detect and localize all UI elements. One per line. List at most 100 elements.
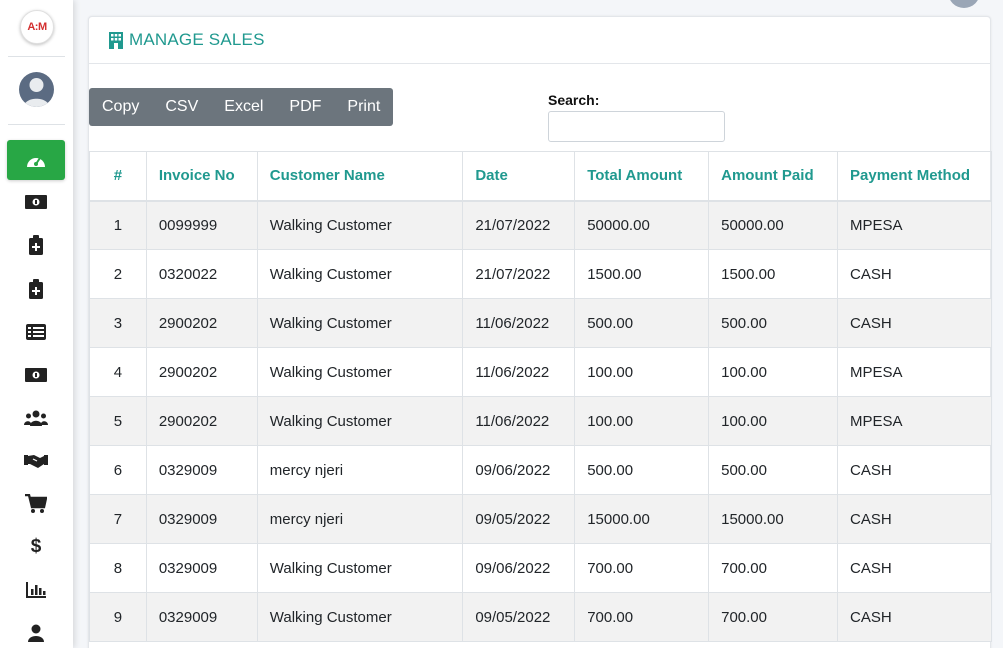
cell-invoice: 2900202 — [145, 298, 258, 348]
nav-products[interactable] — [7, 225, 65, 265]
nav-users[interactable] — [7, 613, 65, 648]
table-row[interactable]: 8 0329009 Walking Customer 09/06/2022 700.00… — [89, 543, 992, 593]
user-icon — [28, 624, 44, 642]
column-header-total[interactable]: Total Amount — [574, 151, 710, 202]
dashboard-icon — [27, 157, 45, 167]
cell-total: 500.00 — [574, 445, 710, 495]
excel-button[interactable]: Excel — [211, 88, 276, 126]
cell-number: 2 — [89, 249, 147, 299]
cell-paid: 100.00 — [708, 347, 839, 397]
table-row[interactable]: 4 2900202 Walking Customer 11/06/2022 100.00… — [89, 347, 992, 397]
cell-number: 8 — [89, 543, 147, 593]
cell-invoice: 0329009 — [145, 494, 258, 544]
nav-customers[interactable] — [7, 398, 65, 438]
nav-purchases[interactable] — [7, 484, 65, 524]
cell-method: CASH — [837, 298, 992, 348]
manage-sales-card: MANAGE SALES Copy CSV Excel PDF Print Se… — [88, 16, 992, 648]
cell-customer: mercy njeri — [256, 445, 464, 495]
table-row[interactable]: 1 0099999 Walking Customer 21/07/2022 50000.… — [89, 200, 992, 250]
column-header-date[interactable]: Date — [462, 151, 576, 202]
cell-customer: Walking Customer — [256, 396, 464, 446]
clipboard-add-icon — [29, 279, 43, 299]
table-row[interactable]: 7 0329009 mercy njeri 09/05/2022 15000.00 150… — [89, 494, 992, 544]
cell-number: 6 — [89, 445, 147, 495]
search-label: Search: — [548, 92, 600, 108]
search-input[interactable] — [548, 111, 725, 142]
cell-customer: Walking Customer — [256, 592, 464, 642]
column-header-invoice[interactable]: Invoice No — [145, 151, 258, 202]
cell-invoice: 0329009 — [145, 543, 258, 593]
nav-expenses[interactable]: $ — [7, 527, 65, 567]
column-header-number[interactable]: # — [89, 151, 147, 202]
cell-total: 500.00 — [574, 298, 710, 348]
logo-text: A:M — [27, 21, 47, 33]
cell-date: 21/07/2022 — [462, 200, 576, 250]
cell-total: 700.00 — [574, 592, 710, 642]
csv-button[interactable]: CSV — [152, 88, 211, 126]
cell-date: 09/05/2022 — [462, 494, 576, 544]
table-row[interactable]: 5 2900202 Walking Customer 11/06/2022 100.00… — [89, 396, 992, 446]
cell-customer: Walking Customer — [256, 200, 464, 250]
cell-total: 15000.00 — [574, 494, 710, 544]
cell-method: CASH — [837, 592, 992, 642]
app-logo[interactable]: A:M — [20, 10, 54, 44]
cell-customer: Walking Customer — [256, 543, 464, 593]
users-icon — [24, 410, 48, 426]
pdf-button[interactable]: PDF — [276, 88, 334, 126]
cell-paid: 700.00 — [708, 592, 839, 642]
nav-list[interactable] — [7, 312, 65, 352]
cell-customer: Walking Customer — [256, 347, 464, 397]
table-header-row: # Invoice No Customer Name Date Total Am… — [89, 151, 992, 202]
nav-reports[interactable] — [7, 570, 65, 610]
nav-stock[interactable] — [7, 269, 65, 309]
cell-date: 09/06/2022 — [462, 445, 576, 495]
cell-invoice: 0099999 — [145, 200, 258, 250]
cell-number: 3 — [89, 298, 147, 348]
column-header-method[interactable]: Payment Method — [837, 151, 992, 202]
page-title: MANAGE SALES — [129, 30, 265, 49]
cell-paid: 15000.00 — [708, 494, 839, 544]
chart-icon — [26, 582, 46, 598]
divider — [8, 124, 65, 125]
money-bill-icon — [25, 195, 47, 209]
nav-payments[interactable] — [7, 355, 65, 395]
cell-date: 11/06/2022 — [462, 396, 576, 446]
table-row[interactable]: 6 0329009 mercy njeri 09/06/2022 500.00 500.0… — [89, 445, 992, 495]
nav-dashboard[interactable] — [7, 140, 65, 180]
cell-date: 09/05/2022 — [462, 592, 576, 642]
cell-paid: 50000.00 — [708, 200, 839, 250]
dollar-icon: $ — [30, 536, 42, 557]
copy-button[interactable]: Copy — [89, 88, 152, 126]
cell-number: 7 — [89, 494, 147, 544]
export-buttons: Copy CSV Excel PDF Print — [89, 88, 394, 126]
cell-paid: 700.00 — [708, 543, 839, 593]
cell-method: CASH — [837, 249, 992, 299]
cell-number: 4 — [89, 347, 147, 397]
header-avatar[interactable] — [948, 0, 980, 8]
cell-paid: 100.00 — [708, 396, 839, 446]
table-row[interactable]: 9 0329009 Walking Customer 09/05/2022 700.00… — [89, 592, 992, 642]
cell-number: 5 — [89, 396, 147, 446]
table-row[interactable]: 2 0320022 Walking Customer 21/07/2022 1500.0… — [89, 249, 992, 299]
cell-invoice: 0329009 — [145, 592, 258, 642]
sales-table: # Invoice No Customer Name Date Total Am… — [89, 151, 992, 642]
table-row[interactable]: 3 2900202 Walking Customer 11/06/2022 500.00… — [89, 298, 992, 348]
nav-sales[interactable] — [7, 182, 65, 222]
cell-total: 1500.00 — [574, 249, 710, 299]
cell-total: 100.00 — [574, 396, 710, 446]
handshake-icon — [24, 455, 48, 468]
cell-customer: Walking Customer — [256, 298, 464, 348]
cell-date: 21/07/2022 — [462, 249, 576, 299]
cell-number: 1 — [89, 200, 147, 250]
print-button[interactable]: Print — [334, 88, 393, 126]
cell-paid: 500.00 — [708, 298, 839, 348]
list-icon — [26, 324, 46, 340]
cell-total: 50000.00 — [574, 200, 710, 250]
column-header-customer[interactable]: Customer Name — [256, 151, 464, 202]
cell-method: MPESA — [837, 347, 992, 397]
cell-method: CASH — [837, 445, 992, 495]
clipboard-add-icon — [29, 235, 43, 255]
user-avatar[interactable] — [19, 72, 54, 107]
nav-suppliers[interactable] — [7, 441, 65, 481]
column-header-paid[interactable]: Amount Paid — [708, 151, 839, 202]
